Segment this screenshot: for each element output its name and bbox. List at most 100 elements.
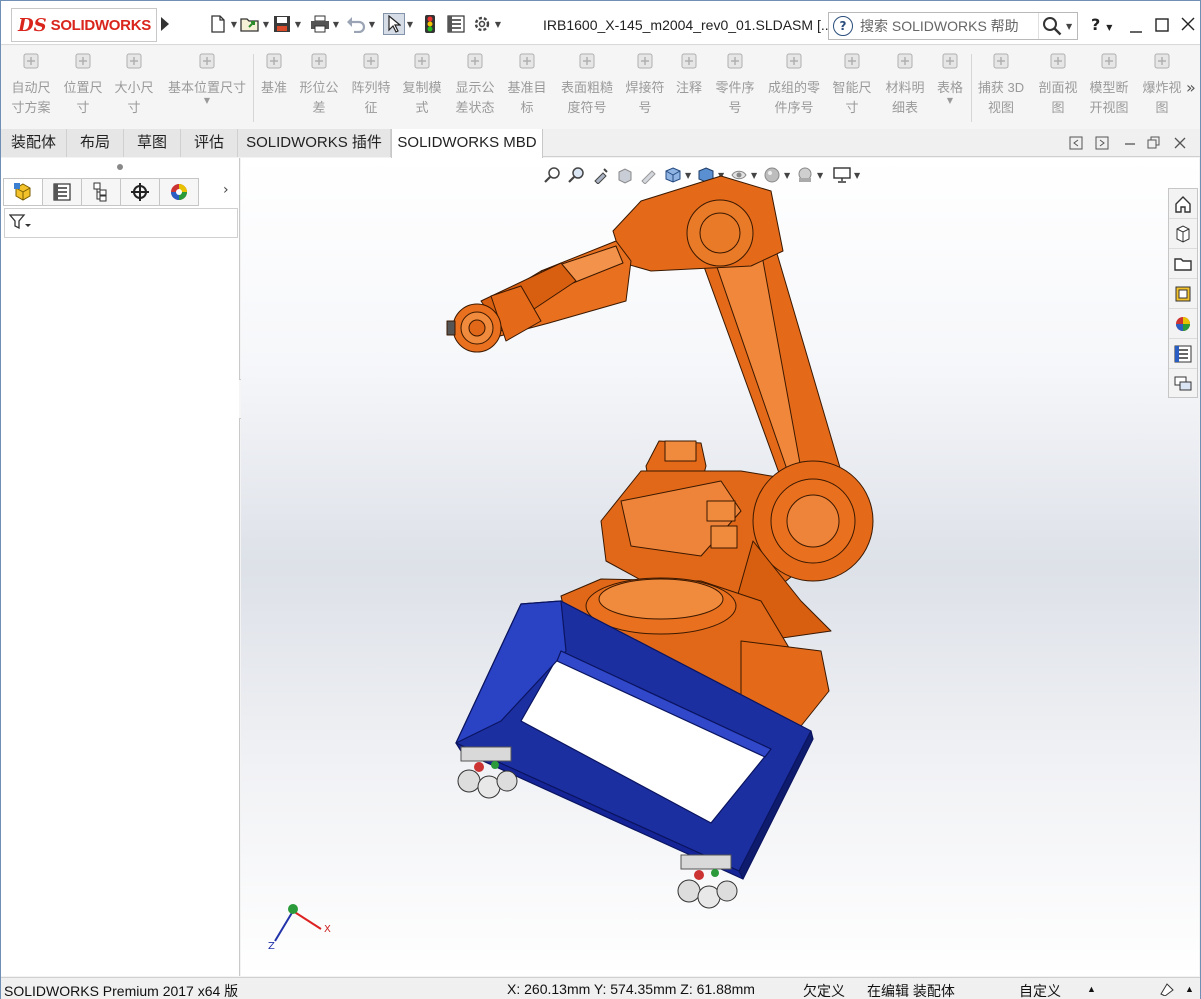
command-stacked-balloon[interactable]: 成组的零 件序号	[768, 50, 820, 118]
appearances-icon[interactable]	[1169, 309, 1197, 339]
status-expand-icon[interactable]: ▲	[1185, 984, 1194, 994]
propertymanager-icon[interactable]	[42, 178, 82, 206]
command-datum-target[interactable]: 基准目 标	[501, 50, 553, 118]
tab-assembly[interactable]: 装配体	[1, 129, 67, 157]
more-tabs-chevron-icon[interactable]: ›	[223, 182, 229, 198]
command-label: 表面粗糙 度符号	[561, 80, 614, 115]
auto-dimension-icon	[20, 50, 42, 72]
command-label: 基准目 标	[507, 80, 547, 115]
options-dropdown-icon[interactable]: ▼	[493, 20, 503, 29]
tab-solidworks-mbd[interactable]: SOLIDWORKS MBD	[391, 129, 543, 158]
command-separator	[971, 54, 972, 122]
featuremanager-icon[interactable]	[3, 178, 43, 206]
robot-assembly-model[interactable]	[241, 158, 1199, 976]
new-icon[interactable]	[207, 13, 229, 35]
coordinate-readout: X: 260.13mm Y: 574.35mm Z: 61.88mm	[507, 981, 755, 997]
menu-expand-arrow-icon[interactable]	[161, 17, 169, 31]
command-geometric-tolerance[interactable]: 形位公 差	[293, 50, 345, 118]
command-section-view[interactable]: 剖面视 图	[1032, 50, 1084, 118]
show-tolerance-status-icon	[464, 50, 486, 72]
basic-location-dimension-icon	[196, 50, 218, 72]
help-menu-button[interactable]: ? ▼	[1091, 15, 1112, 34]
doc-close-icon[interactable]	[1173, 136, 1187, 153]
command-dropdown-icon[interactable]: ▼	[947, 96, 953, 105]
configurationmanager-icon[interactable]	[81, 178, 121, 206]
stacked-balloon-icon	[783, 50, 805, 72]
home-icon[interactable]	[1169, 189, 1197, 219]
tab-solidworks-addins[interactable]: SOLIDWORKS 插件	[238, 129, 391, 157]
command-capture-3d-view[interactable]: 捕获 3D 视图	[975, 50, 1027, 118]
command-label: 成组的零 件序号	[768, 80, 821, 115]
command-label: 材料明 细表	[885, 80, 925, 115]
command-dropdown-icon[interactable]: ▼	[204, 96, 210, 105]
command-smart-dimension[interactable]: 智能尺 寸	[826, 50, 878, 118]
close-icon[interactable]	[1181, 16, 1195, 35]
open-dropdown-icon[interactable]: ▼	[261, 20, 271, 29]
command-copy-scheme[interactable]: 复制模 式	[396, 50, 448, 118]
command-table[interactable]: 表格 ▼	[924, 50, 976, 105]
command-balloon[interactable]: 零件序 号	[709, 50, 761, 118]
command-surface-finish[interactable]: 表面粗糙 度符号	[561, 50, 613, 118]
print-icon[interactable]	[309, 13, 331, 35]
command-exploded-view[interactable]: 爆炸视 图	[1136, 50, 1188, 118]
rebuild-icon[interactable]	[419, 13, 441, 35]
more-commands-icon[interactable]: »	[1186, 78, 1196, 97]
search-icon[interactable]	[1038, 13, 1064, 39]
command-label: 阵列特 征	[351, 80, 391, 115]
custom-properties-icon[interactable]	[1169, 339, 1197, 369]
rebuild-status-icon[interactable]	[1159, 980, 1175, 999]
undo-dropdown-icon[interactable]: ▼	[367, 20, 377, 29]
save-icon[interactable]	[271, 13, 293, 35]
file-properties-icon[interactable]	[445, 13, 467, 35]
filter-bar[interactable]	[4, 208, 238, 238]
command-pattern-feature[interactable]: 阵列特 征	[345, 50, 397, 118]
tile-left-icon[interactable]	[1069, 136, 1083, 153]
view-palette-icon[interactable]	[1169, 279, 1197, 309]
copy-scheme-icon	[411, 50, 433, 72]
unit-system-dropdown-icon[interactable]: ▲	[1087, 984, 1096, 994]
command-size-dimension[interactable]: 大小尺 寸	[108, 50, 160, 118]
print-dropdown-icon[interactable]: ▼	[331, 20, 341, 29]
panel-grip[interactable]	[117, 164, 123, 170]
command-label: 显示公 差状态	[455, 80, 495, 115]
geometric-tolerance-icon	[308, 50, 330, 72]
tab-sketch[interactable]: 草图	[124, 129, 181, 157]
forum-icon[interactable]	[1169, 369, 1197, 399]
help-search-input[interactable]: 搜索 SOLIDWORKS 帮助	[860, 16, 1038, 36]
doc-minimize-icon[interactable]	[1123, 136, 1137, 153]
new-dropdown-icon[interactable]: ▼	[229, 20, 239, 29]
command-label: 爆炸视 图	[1142, 80, 1182, 115]
design-library-icon[interactable]	[1169, 219, 1197, 249]
file-explorer-icon[interactable]	[1169, 249, 1197, 279]
minimize-icon[interactable]	[1129, 19, 1143, 38]
command-label: 剖面视 图	[1038, 80, 1078, 115]
select-dropdown-icon[interactable]: ▼	[405, 20, 415, 29]
command-auto-dimension[interactable]: 自动尺 寸方案	[5, 50, 57, 118]
save-dropdown-icon[interactable]: ▼	[293, 20, 303, 29]
solidworks-logo[interactable]: DS SOLIDWORKS	[11, 8, 157, 42]
tab-evaluate[interactable]: 评估	[181, 129, 238, 157]
help-search-box[interactable]: ? 搜索 SOLIDWORKS 帮助 ▼	[828, 12, 1078, 40]
command-basic-location-dimension[interactable]: 基本位置尺寸 ▼	[162, 50, 252, 105]
datum-target-icon	[516, 50, 538, 72]
select-icon[interactable]	[383, 13, 405, 35]
search-dropdown-icon[interactable]: ▼	[1066, 22, 1072, 31]
command-show-tolerance-status[interactable]: 显示公 差状态	[449, 50, 501, 118]
command-location-dimension[interactable]: 位置尺 寸	[57, 50, 109, 118]
dimxpertmanager-icon[interactable]	[120, 178, 160, 206]
unit-system[interactable]: 自定义	[1019, 981, 1061, 999]
command-model-break-view[interactable]: 模型断 开视图	[1083, 50, 1135, 118]
displaymanager-icon[interactable]	[159, 178, 199, 206]
undo-icon[interactable]	[345, 13, 367, 35]
title-bar: DS SOLIDWORKS ▼ ▼ ▼ ▼ ▼ ▼ ▼ IRB1600_X-14…	[1, 1, 1200, 45]
command-note[interactable]: 注释	[663, 50, 715, 98]
tile-right-icon[interactable]	[1095, 136, 1109, 153]
tab-layout[interactable]: 布局	[67, 129, 124, 157]
pattern-feature-icon	[360, 50, 382, 72]
doc-restore-icon[interactable]	[1147, 136, 1161, 153]
maximize-icon[interactable]	[1155, 17, 1169, 36]
graphics-area[interactable]: ▼ ▼ ▼ ▼ ▼ ▼ X Z	[241, 158, 1199, 976]
filter-icon[interactable]	[8, 213, 31, 233]
options-icon[interactable]	[471, 13, 493, 35]
open-icon[interactable]	[239, 13, 261, 35]
